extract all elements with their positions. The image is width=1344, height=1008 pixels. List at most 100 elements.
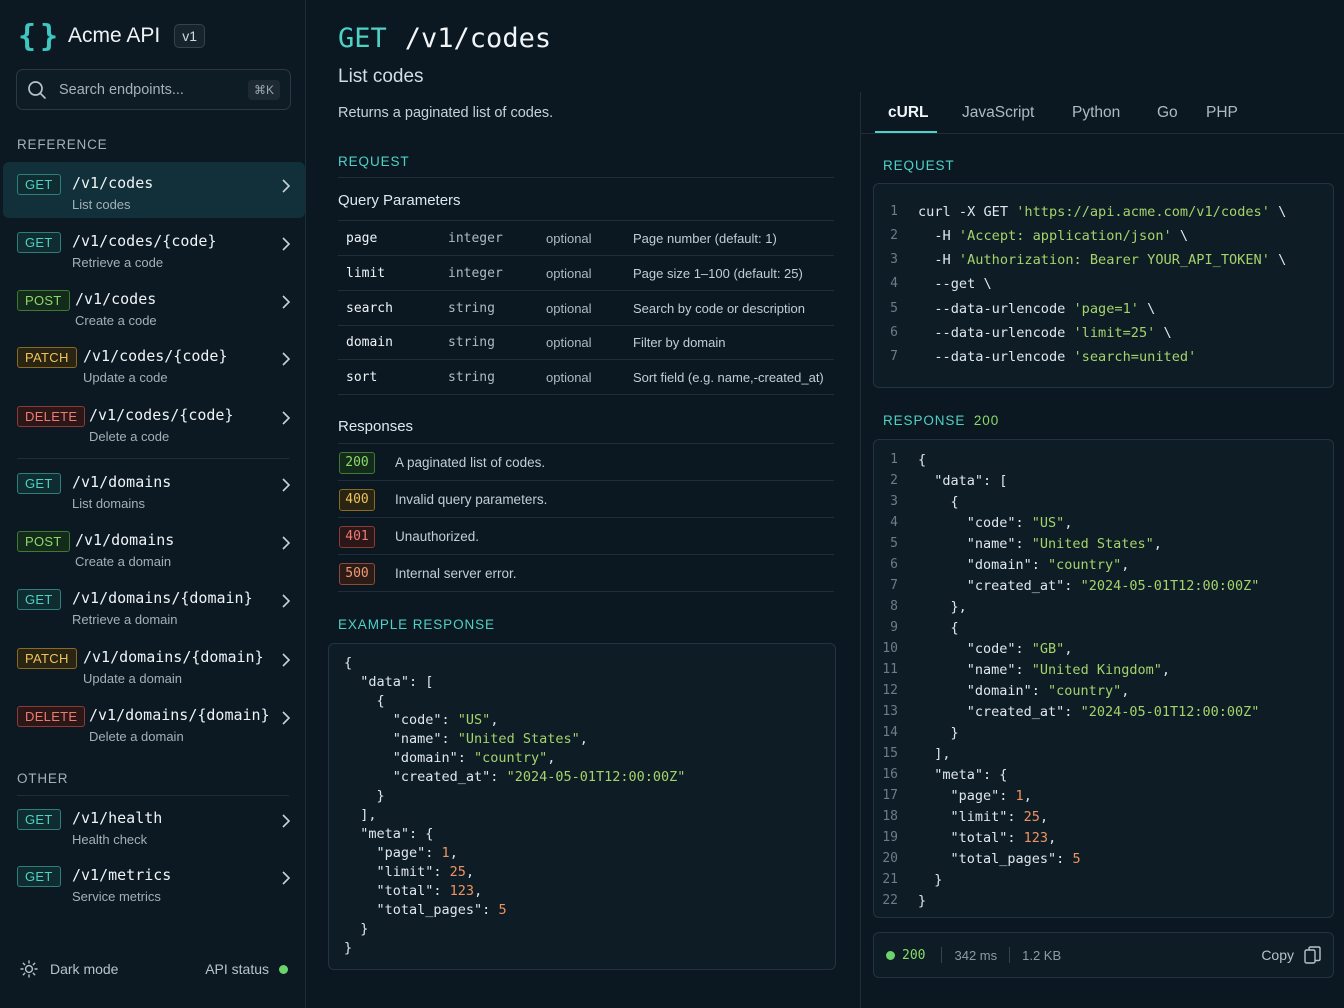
nav-path: /v1/codes [75,290,157,308]
line-number: 12 [882,683,898,698]
code-line: "name": "United States", [344,731,588,747]
copy-button[interactable]: Copy [1261,945,1321,965]
line-number: 2 [890,473,898,488]
section-divider [338,177,834,178]
sidebar-divider [17,795,289,796]
copy-label: Copy [1261,947,1294,963]
param-row: domain string optional Filter by domain [338,325,834,360]
line-number: 16 [882,767,898,782]
sidebar-item-delete-code[interactable]: DELETE /v1/codes/{code} Delete a code [3,394,305,450]
code-line: { [344,655,353,671]
nav-path: /v1/metrics [72,866,172,884]
example-response-code[interactable]: { "data": [ { "code": "US", "name": "Uni… [328,643,836,970]
code-line: } [344,940,353,956]
line-number: 19 [882,830,898,845]
nav-desc: Retrieve a domain [72,612,178,627]
tab-go[interactable]: Go [1157,104,1178,122]
param-desc: Page number (default: 1) [633,231,777,246]
line-number: 5 [890,536,898,551]
sidebar-item-retrieve-domain[interactable]: GET /v1/domains/{domain} Retrieve a doma… [3,577,305,633]
code-line: "limit": 25, [344,864,475,880]
tab-python[interactable]: Python [1072,104,1120,122]
dark-mode-toggle[interactable]: Dark mode [50,961,118,977]
code-line: }, [918,599,967,615]
chevron-right-icon [282,411,291,425]
sun-icon[interactable] [20,960,38,978]
request-heading: REQUEST [338,154,410,169]
code-line: { [918,620,959,636]
line-number: 8 [890,599,898,614]
status-code-badge: 400 [339,489,375,511]
method-badge: GET [17,174,61,195]
param-required: optional [546,335,592,350]
sidebar-item-health[interactable]: GET /v1/health Health check [3,797,305,853]
nav-desc: List domains [72,496,145,511]
code-line: "total_pages": 5 [918,851,1081,867]
response-row[interactable]: 500 Internal server error. [338,555,834,592]
line-number: 3 [890,252,898,267]
query-params-heading: Query Parameters [338,192,461,209]
chevron-right-icon [282,594,291,608]
nav-desc: Service metrics [72,889,161,904]
nav-desc: Health check [72,832,148,847]
sidebar-item-list-domains[interactable]: GET /v1/domains List domains [3,461,305,517]
line-number: 10 [882,641,898,656]
line-number: 18 [882,809,898,824]
endpoint-title: List codes [338,66,424,87]
param-name: domain [346,335,393,350]
param-desc: Search by code or description [633,301,805,316]
param-row: limit integer optional Page size 1–100 (… [338,256,834,291]
line-number: 2 [890,228,898,243]
code-line: "page": 1, [918,788,1032,804]
line-number: 11 [882,662,898,677]
line-number: 1 [890,452,898,467]
method-badge: GET [17,232,61,253]
api-status-label[interactable]: API status [205,961,269,977]
chevron-right-icon [282,352,291,366]
search-input[interactable] [59,81,239,98]
line-number: 4 [890,276,898,291]
sidebar-item-retrieve-code[interactable]: GET /v1/codes/{code} Retrieve a code [3,220,305,276]
request-code-block[interactable]: 1 2 3 4 5 6 7 curl -X GET 'https://api.a… [873,183,1334,388]
tab-curl[interactable]: cURL [888,104,928,122]
tab-javascript[interactable]: JavaScript [962,104,1034,122]
response-desc: Internal server error. [395,566,517,581]
response-code-block[interactable]: 1 2 3 4 5 6 7 8 9 10 11 12 13 14 15 16 1… [873,439,1334,918]
line-number: 17 [882,788,898,803]
method-badge: GET [17,809,61,830]
status-dot [886,950,895,960]
brand[interactable]: {} Acme API v1 [18,16,205,56]
code-line: "page": 1, [344,845,458,861]
code-line: { [344,693,385,709]
search-box[interactable]: ⌘K [16,69,291,110]
sidebar-item-delete-domain[interactable]: DELETE /v1/domains/{domain} Delete a dom… [3,694,305,750]
tab-php[interactable]: PHP [1206,104,1238,122]
line-number: 7 [890,349,898,364]
response-heading-label: RESPONSE [883,413,966,428]
sidebar-item-update-code[interactable]: PATCH /v1/codes/{code} Update a code [3,335,305,391]
response-row[interactable]: 401 Unauthorized. [338,518,834,555]
code-line: "code": "GB", [918,641,1073,657]
response-row[interactable]: 200 A paginated list of codes. [338,444,834,481]
line-number: 13 [882,704,898,719]
version-badge[interactable]: v1 [174,24,205,48]
code-line: "created_at": "2024-05-01T12:00:00Z" [918,704,1260,720]
sidebar-item-create-code[interactable]: POST /v1/codes Create a code [3,278,305,334]
nav-path: /v1/domains [72,473,172,491]
sidebar-item-update-domain[interactable]: PATCH /v1/domains/{domain} Update a doma… [3,636,305,692]
chevron-right-icon [282,536,291,550]
sidebar-item-create-domain[interactable]: POST /v1/domains Create a domain [3,519,305,575]
response-size: 1.2 KB [1022,947,1062,963]
sidebar-item-list-codes[interactable]: GET /v1/codes List codes [3,162,305,218]
responses-heading: Responses [338,418,414,435]
response-row[interactable]: 400 Invalid query parameters. [338,481,834,518]
param-type: integer [448,231,503,246]
nav-desc: List codes [72,197,131,212]
sidebar-item-metrics[interactable]: GET /v1/metrics Service metrics [3,854,305,910]
brand-name: Acme API [68,24,161,47]
method-badge: PATCH [17,648,77,669]
sidebar: {} Acme API v1 ⌘K REFERENCE GET /v1/code… [0,0,306,1008]
status-code-badge: 401 [339,526,375,548]
code-line: "name": "United States", [918,536,1162,552]
code-line: "code": "US", [918,515,1073,531]
